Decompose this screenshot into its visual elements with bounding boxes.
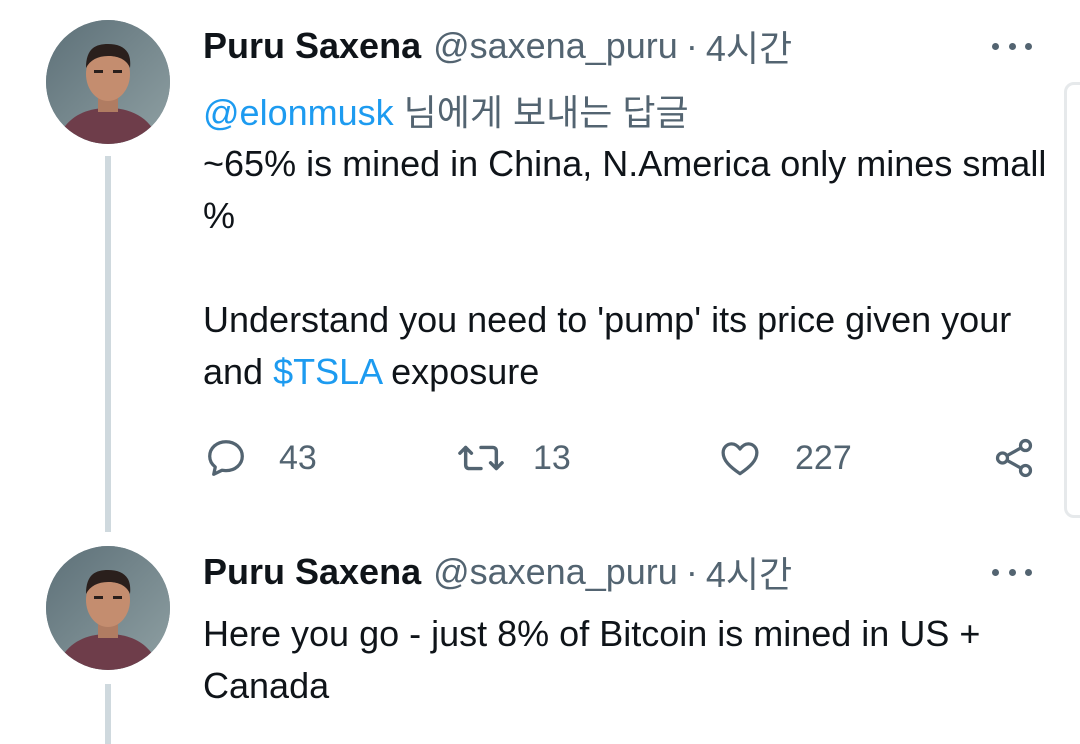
tweet-text-segment: exposure [381, 351, 540, 392]
thread-line [105, 156, 111, 532]
tweet-text: Here you go - just 8% of Bitcoin is mine… [203, 608, 1053, 712]
more-options-icon[interactable] [992, 562, 1032, 582]
mention-link[interactable]: @elonmusk [203, 92, 394, 133]
timestamp[interactable]: 4시간 [706, 20, 792, 72]
like-button[interactable]: 227 [717, 432, 852, 484]
reply-count: 43 [279, 438, 317, 477]
more-options-icon[interactable] [992, 36, 1032, 56]
comment-icon [208, 440, 244, 476]
reply-context-label: 님에게 보내는 답글 [393, 92, 689, 133]
separator-dot: · [685, 551, 698, 592]
tweet-text-line: Here you go - just 8% of Bitcoin is mine… [203, 613, 981, 706]
heart-icon [721, 442, 759, 476]
thread-line [105, 684, 111, 744]
separator-dot: · [685, 25, 698, 66]
tweet-text: ~65% is mined in China, N.America only m… [203, 138, 1053, 398]
scrollbar-thumb[interactable] [1064, 82, 1080, 518]
cashtag-link[interactable]: $TSLA [273, 351, 381, 392]
timestamp[interactable]: 4시간 [706, 546, 792, 598]
share-button[interactable] [991, 432, 1037, 484]
tweet-header: Puru Saxena @saxena_puru · 4시간 [203, 24, 792, 69]
avatar-image [46, 20, 170, 144]
avatar[interactable] [46, 20, 170, 144]
tweet-actions: 43 13 227 [203, 432, 1043, 484]
like-count: 227 [795, 438, 852, 477]
share-icon [995, 438, 1033, 478]
retweet-count: 13 [533, 438, 571, 477]
author-handle[interactable]: @saxena_puru [433, 25, 678, 67]
tweet-text-line: Understand you need to 'pump' its price … [203, 294, 1053, 398]
tweet-header: Puru Saxena @saxena_puru · 4시간 [203, 550, 792, 595]
tweet-text-line: ~65% is mined in China, N.America only m… [203, 143, 1047, 236]
avatar-image [46, 546, 170, 670]
avatar[interactable] [46, 546, 170, 670]
retweet-icon [458, 445, 504, 471]
author-handle[interactable]: @saxena_puru [433, 551, 678, 593]
reply-button[interactable]: 43 [203, 432, 317, 484]
author-name[interactable]: Puru Saxena [203, 551, 421, 593]
retweet-button[interactable]: 13 [455, 432, 571, 484]
reply-context: @elonmusk 님에게 보내는 답글 [203, 84, 689, 136]
author-name[interactable]: Puru Saxena [203, 25, 421, 67]
